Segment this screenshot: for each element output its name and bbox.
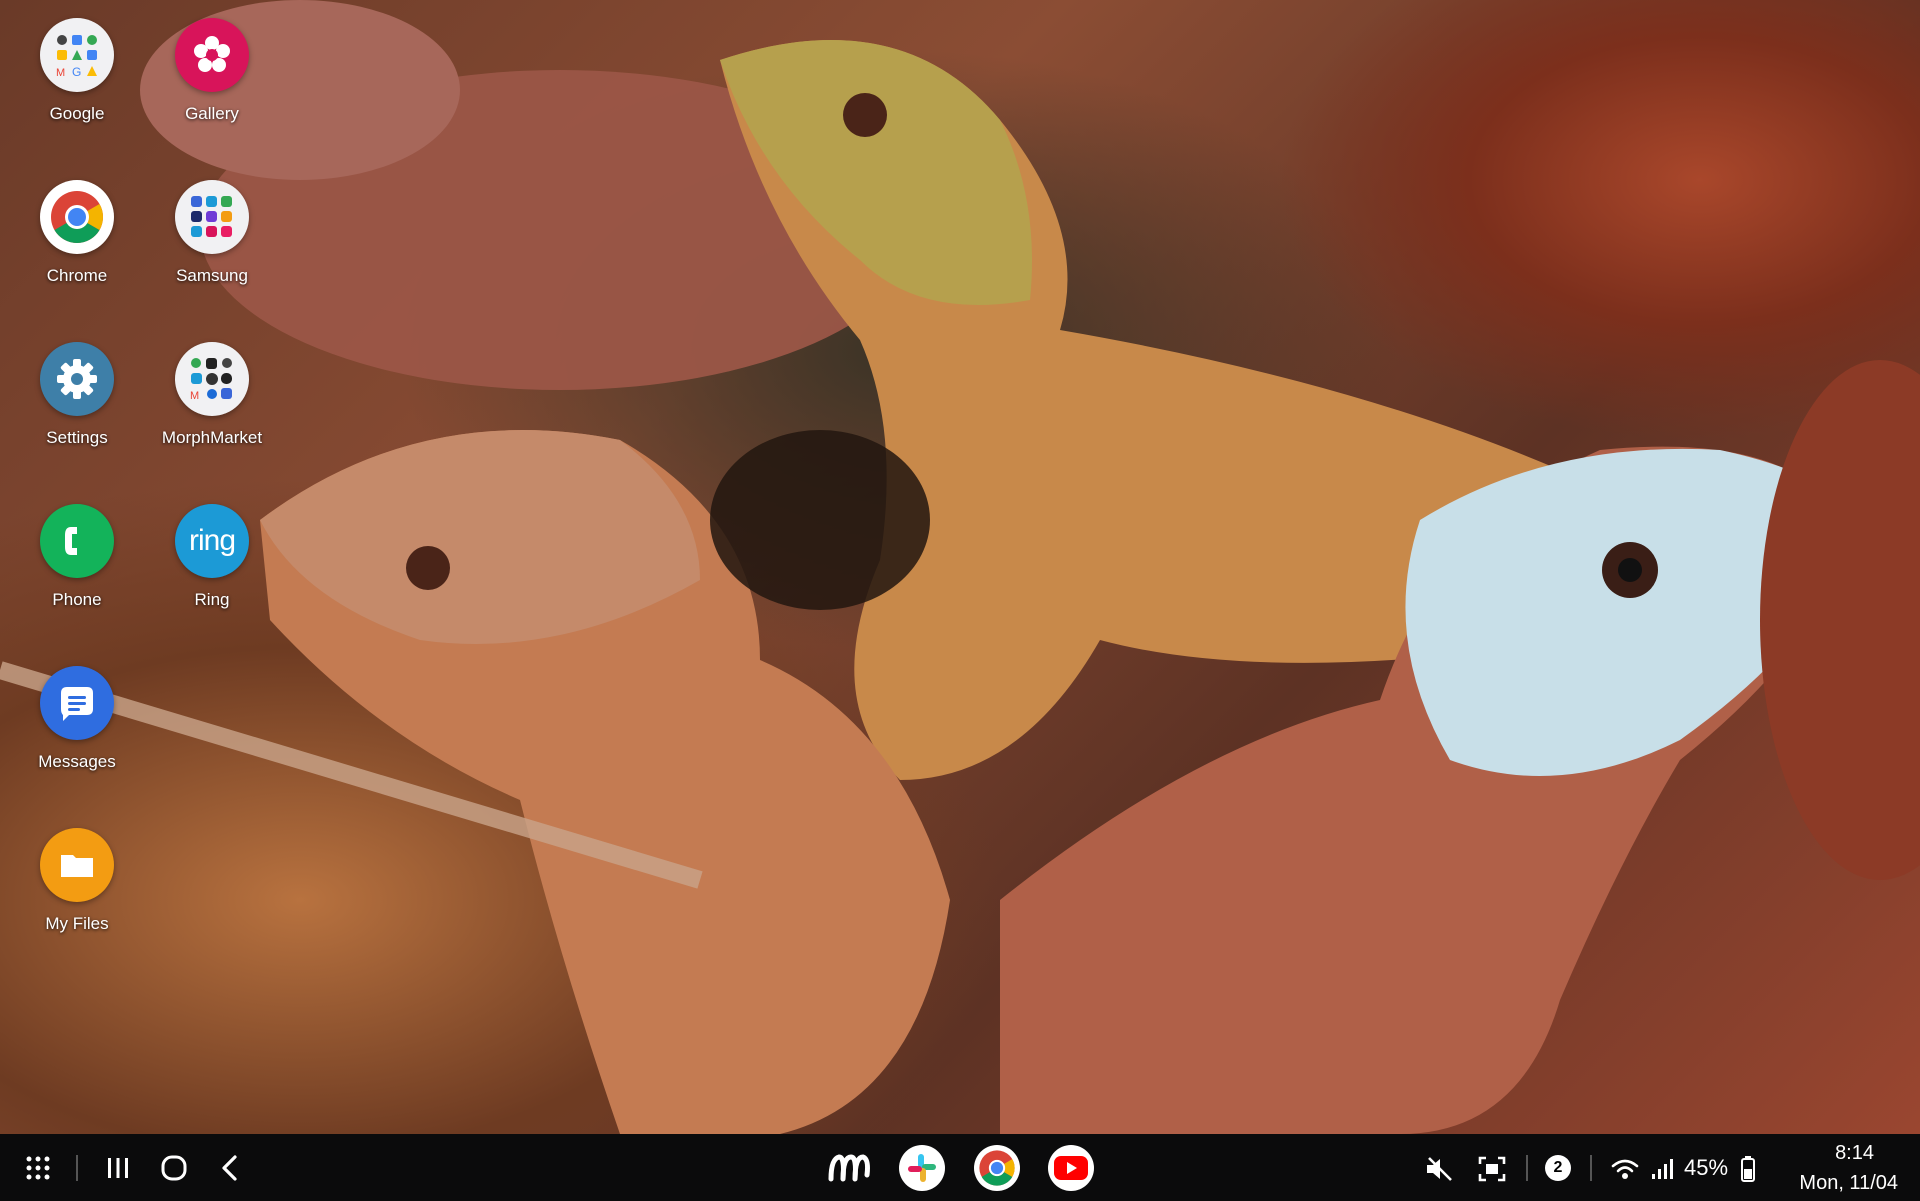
screen-capture-icon[interactable] bbox=[1477, 1154, 1507, 1184]
app-label: My Files bbox=[45, 914, 109, 933]
taskbar-divider bbox=[1526, 1155, 1528, 1181]
slack-icon[interactable] bbox=[896, 1142, 948, 1194]
clock-time: 8:14 bbox=[1835, 1142, 1874, 1164]
home-button[interactable] bbox=[158, 1152, 190, 1184]
phone-icon bbox=[40, 504, 114, 578]
battery-percentage: 45% bbox=[1684, 1155, 1729, 1180]
youtube-icon[interactable] bbox=[1045, 1142, 1097, 1194]
morphmarket-folder-icon: M bbox=[175, 342, 249, 416]
signal-icon bbox=[1648, 1154, 1676, 1184]
notification-count: 2 bbox=[1545, 1155, 1571, 1181]
app-gallery[interactable]: Gallery bbox=[152, 18, 272, 124]
ring-icon: ring bbox=[175, 504, 249, 578]
app-label: Phone bbox=[52, 590, 102, 609]
gear-icon bbox=[40, 342, 114, 416]
app-label: MorphMarket bbox=[161, 428, 263, 447]
google-folder-icon: MG bbox=[40, 18, 114, 92]
folder-icon bbox=[40, 828, 114, 902]
app-label: Settings bbox=[46, 428, 108, 447]
app-messages[interactable]: Messages bbox=[17, 666, 137, 772]
messages-icon bbox=[40, 666, 114, 740]
svg-text:M: M bbox=[56, 67, 65, 79]
app-ring[interactable]: ring Ring bbox=[152, 504, 272, 610]
app-icon[interactable] bbox=[822, 1142, 874, 1194]
back-button[interactable] bbox=[214, 1152, 246, 1184]
app-google[interactable]: MG Google bbox=[17, 18, 137, 124]
app-chrome[interactable]: Chrome bbox=[17, 180, 137, 286]
taskbar-divider bbox=[76, 1155, 78, 1181]
app-samsung[interactable]: Samsung bbox=[152, 180, 272, 286]
svg-text:M: M bbox=[190, 390, 199, 402]
chrome-icon[interactable] bbox=[971, 1142, 1023, 1194]
app-morphmarket[interactable]: M MorphMarket bbox=[152, 342, 272, 448]
wifi-icon[interactable] bbox=[1610, 1154, 1640, 1184]
taskbar: 2 45% 8:14 Mon, 11/04 bbox=[0, 1134, 1920, 1201]
svg-text:G: G bbox=[72, 65, 81, 79]
clock-date: Mon, 11/04 bbox=[1799, 1172, 1898, 1194]
mute-icon[interactable] bbox=[1424, 1154, 1454, 1184]
app-label: Gallery bbox=[185, 104, 239, 123]
battery-icon bbox=[1740, 1154, 1756, 1184]
recent-apps-button[interactable] bbox=[102, 1152, 134, 1184]
app-phone[interactable]: Phone bbox=[17, 504, 137, 610]
app-label: Google bbox=[49, 104, 105, 123]
gallery-icon bbox=[175, 18, 249, 92]
clock[interactable]: 8:14 Mon, 11/04 bbox=[1799, 1138, 1898, 1198]
samsung-folder-icon bbox=[175, 180, 249, 254]
ring-wordmark: ring bbox=[188, 524, 236, 557]
chrome-icon bbox=[40, 180, 114, 254]
wallpaper-art bbox=[0, 0, 1920, 1134]
apps-grid-icon[interactable] bbox=[22, 1152, 54, 1184]
notification-count-badge[interactable]: 2 bbox=[1544, 1154, 1572, 1182]
taskbar-divider bbox=[1590, 1155, 1592, 1181]
app-settings[interactable]: Settings bbox=[17, 342, 137, 448]
app-label: Samsung bbox=[176, 266, 248, 285]
wallpaper-bearded-dragons bbox=[0, 0, 1920, 1134]
app-label: Ring bbox=[194, 590, 230, 609]
app-label: Messages bbox=[38, 752, 116, 771]
app-my-files[interactable]: My Files bbox=[17, 828, 137, 934]
app-label: Chrome bbox=[46, 266, 108, 285]
